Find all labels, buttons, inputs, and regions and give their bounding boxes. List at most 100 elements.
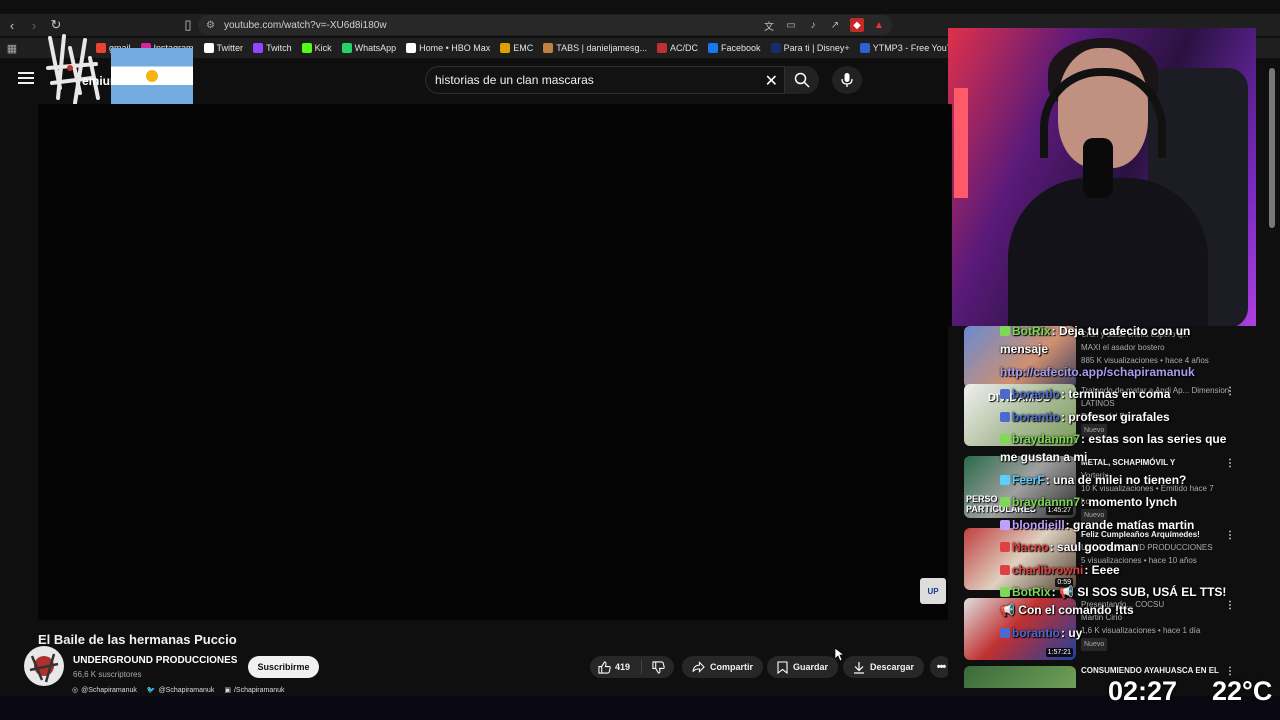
bookmark-favicon-icon [253, 43, 264, 53]
microphone-icon [841, 73, 853, 87]
search-icon [794, 72, 810, 88]
music-icon[interactable]: ♪ [806, 18, 820, 32]
menu-icon[interactable] [18, 72, 34, 84]
bookmark-favicon-icon [770, 43, 781, 53]
chat-username: blondieill [1012, 517, 1065, 532]
clear-icon[interactable]: ✕ [765, 71, 778, 91]
warning-extension-icon[interactable]: ▲ [872, 18, 886, 32]
chat-message: BotRix: Deja tu cafecito con un mensaje [1000, 322, 1230, 358]
cast-icon[interactable]: ▭ [784, 18, 798, 32]
subscriber-count: 66,6 K suscriptores [73, 670, 142, 679]
chat-text: : grande matías martin [1065, 517, 1195, 532]
chat-username: charlibrowni [1012, 562, 1084, 577]
channel-watermark[interactable]: UP [920, 578, 946, 604]
stream-footer [0, 696, 1280, 720]
dislike-button[interactable] [642, 660, 674, 674]
back-icon[interactable]: ‹ [2, 15, 22, 35]
scrollbar-thumb[interactable] [1269, 68, 1275, 228]
chat-text: : momento lynch [1081, 495, 1178, 509]
channel-name[interactable]: UNDERGROUND PRODUCCIONES [73, 655, 237, 666]
bookmark-favicon-icon [500, 43, 511, 53]
recommendation-thumbnail[interactable] [964, 666, 1076, 688]
chat-badge-icon [1000, 519, 1010, 530]
bookmark-icon[interactable]: ▯ [178, 15, 198, 35]
chat-username: BotRix [1012, 324, 1051, 338]
video-duration: 1:57:21 [1045, 648, 1073, 657]
instagram-handle: ◎ @Schapiramanuk [72, 686, 137, 695]
bookmark-label: AC/DC [670, 43, 699, 53]
bookmark-favicon-icon [543, 43, 554, 53]
subscribe-button[interactable]: Suscribirme [248, 656, 319, 678]
chat-message: borantio: profesor girafales [1000, 408, 1230, 426]
bookmark-item[interactable]: Facebook [708, 43, 761, 53]
video-player[interactable]: UP [38, 104, 952, 620]
youtube-handle: ▣/Schapiramanuk [224, 686, 285, 695]
chat-message: braydannn7: momento lynch [1000, 493, 1230, 511]
chat-username: borantio [1012, 409, 1060, 424]
address-bar[interactable]: ⚙ youtube.com/watch?v=-XU6d8i180w 文 ▭ ♪ … [198, 15, 892, 35]
bookmark-favicon-icon [341, 43, 352, 53]
bookmark-label: EMC [513, 43, 534, 53]
social-links-bar: ◎ @Schapiramanuk 🐦 @Schapiramanuk ▣/Schapi… [0, 684, 948, 696]
chat-username: borantio [1012, 387, 1060, 401]
save-button[interactable]: Guardar [767, 656, 839, 678]
save-wrap: Guardar [767, 656, 839, 678]
chat-text: : uy [1061, 625, 1083, 640]
like-button[interactable]: 419 [590, 660, 642, 674]
bookmark-item[interactable]: Home • HBO Max [406, 43, 490, 53]
save-label: Guardar [793, 662, 829, 672]
page-scrollbar[interactable] [1268, 60, 1276, 688]
chat-badge-icon [1000, 497, 1010, 507]
share-button[interactable]: Compartir [682, 656, 764, 678]
chat-badge-icon [1000, 389, 1010, 399]
bookmark-label: TABS | danieljamesg... [556, 43, 648, 53]
chat-message: http://cafecito.app/schapiramanuk [1000, 363, 1230, 381]
chat-username: Nacno [1012, 540, 1049, 554]
translate-icon[interactable]: 文 [762, 18, 776, 33]
chat-username: borantio [1012, 625, 1060, 640]
voice-search-button[interactable] [832, 66, 862, 94]
download-label: Descargar [870, 662, 915, 672]
chat-message: FeerF: una de milei no tienen? [1000, 471, 1230, 489]
bookmark-item[interactable]: TABS | danieljamesg... [543, 43, 647, 53]
apps-grid-icon[interactable]: ▦ [0, 42, 24, 55]
chat-link[interactable]: http://cafecito.app/schapiramanuk [1000, 365, 1195, 379]
bookmark-favicon-icon [859, 43, 870, 53]
bookmark-item[interactable]: AC/DC [657, 43, 698, 53]
bookmark-label: Twitch [266, 43, 292, 53]
chat-username: BotRix [1012, 585, 1051, 599]
bookmark-item[interactable]: Twitch [253, 43, 292, 53]
chat-message: Nacno: saul goodman [1000, 538, 1230, 556]
instagram-icon: ◎ [72, 687, 79, 694]
video-title: El Baile de las hermanas Puccio [38, 632, 237, 647]
bookmark-label: WhatsApp [354, 43, 397, 53]
youtube-icon: ▣ [224, 687, 231, 694]
search-button[interactable] [785, 66, 819, 94]
bookmark-label: Facebook [721, 43, 761, 53]
search-input[interactable]: historias de un clan mascaras ✕ [425, 66, 785, 94]
chat-text: : una de milei no tienen? [1045, 472, 1187, 487]
site-info-icon[interactable]: ⚙ [206, 20, 222, 31]
chat-badge-icon [1000, 564, 1010, 575]
bookmark-favicon-icon [657, 43, 668, 53]
bookmark-item[interactable]: WhatsApp [341, 43, 397, 53]
bookmark-favicon-icon [406, 43, 417, 53]
bookmark-item[interactable]: Kick [301, 43, 332, 53]
chat-message: BotRix: 📢 SI SOS SUB, USÁ EL TTS! 📢 Con … [1000, 583, 1230, 619]
chat-message: borantio: terminas en coma [1000, 385, 1230, 403]
shield-extension-icon[interactable]: ◆ [850, 18, 864, 32]
bookmark-label: Kick [314, 43, 332, 53]
bookmark-item[interactable]: Twitter [203, 43, 243, 53]
save-bookmark-icon [777, 660, 788, 674]
chat-username: braydannn7 [1012, 495, 1081, 509]
twitter-handle: 🐦 @Schapiramanuk [146, 686, 215, 695]
channel-avatar[interactable] [24, 646, 64, 686]
share-icon[interactable]: ↗ [828, 18, 842, 32]
bookmark-favicon-icon [708, 43, 719, 53]
chat-message: braydannn7: estas son las series que me … [1000, 430, 1230, 466]
bookmark-item[interactable]: EMC [500, 43, 533, 53]
download-button[interactable]: Descargar [843, 656, 925, 678]
bookmark-item[interactable]: Para ti | Disney+ [770, 43, 850, 53]
download-wrap: Descargar [843, 656, 925, 678]
share-wrap: Compartir [682, 656, 764, 678]
